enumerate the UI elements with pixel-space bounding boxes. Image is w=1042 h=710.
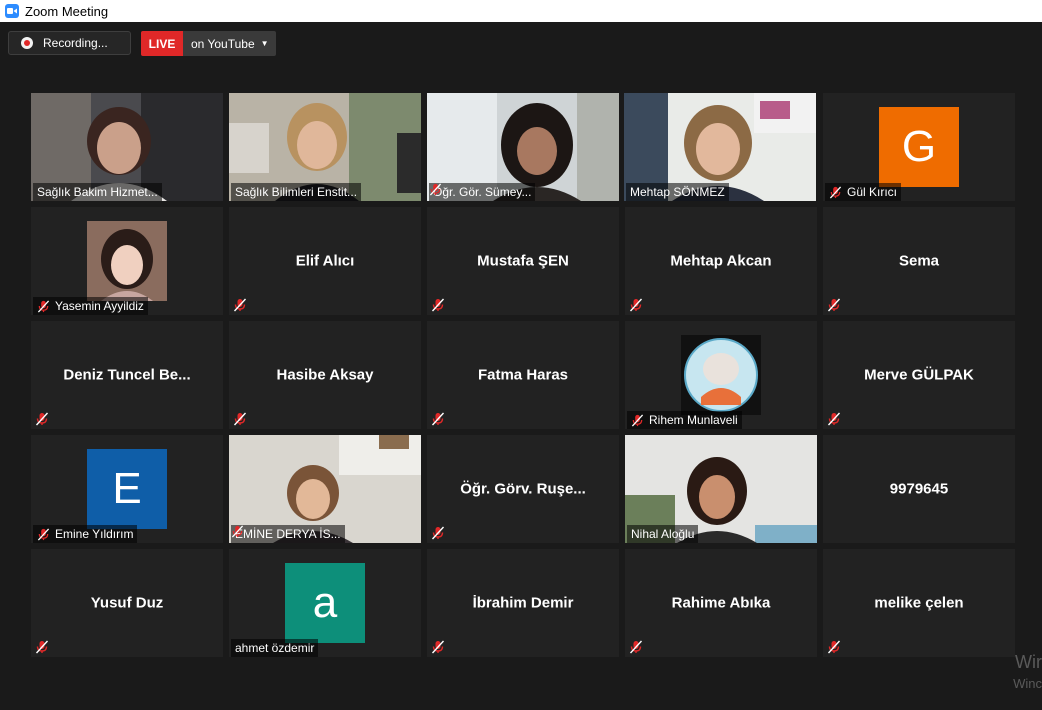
participant-tile[interactable]: EMİNE DERYA İS...	[229, 435, 421, 543]
live-target-label: on YouTube	[191, 36, 255, 51]
participant-tile[interactable]: G Gül Kırıcı	[823, 93, 1015, 201]
muted-mic-icon	[829, 185, 842, 199]
avatar-letter: E	[112, 464, 142, 513]
participant-name: Sema	[898, 252, 940, 270]
participant-tile[interactable]: Fatma Haras	[427, 321, 619, 429]
participant-name: Elif Alıcı	[295, 252, 355, 270]
muted-mic-icon	[37, 527, 50, 541]
participant-name: Hasibe Aksay	[276, 366, 374, 384]
participant-name: Yasemin Ayyildiz	[55, 299, 144, 313]
chevron-down-icon: ▼	[260, 39, 269, 48]
participant-tile[interactable]: Elif Alıcı	[229, 207, 421, 315]
participant-name: Sağlık Bakim Hizmet...	[37, 185, 158, 199]
avatar-letter: G	[901, 122, 937, 171]
avatar: G	[879, 107, 959, 187]
muted-mic-icon	[431, 412, 445, 426]
participant-tile[interactable]: Sağlık Bakim Hizmet...	[31, 93, 223, 201]
participant-tile[interactable]: Rahime Abıka	[625, 549, 817, 657]
participant-tile[interactable]: E Emine Yıldırım	[31, 435, 223, 543]
record-icon	[21, 37, 33, 49]
muted-mic-icon	[629, 640, 643, 654]
participant-name: melike çelen	[874, 594, 964, 612]
muted-mic-icon	[431, 298, 445, 312]
participant-tile[interactable]: Sağlık Bilimleri Enstit...	[229, 93, 421, 201]
muted-mic-icon	[233, 412, 247, 426]
avatar: a	[285, 563, 365, 643]
muted-mic-icon	[231, 525, 244, 538]
live-badge: LIVE	[141, 31, 183, 56]
participant-name: Fatma Haras	[477, 366, 569, 384]
participant-name: Yusuf Duz	[90, 594, 164, 612]
recording-label: Recording...	[43, 36, 108, 50]
participant-name: Emine Yıldırım	[55, 527, 134, 541]
recording-indicator[interactable]: Recording...	[8, 31, 131, 55]
avatar	[87, 221, 167, 301]
muted-mic-icon	[827, 298, 841, 312]
muted-mic-icon	[35, 640, 49, 654]
participant-tile[interactable]: Nihal Aloğlu	[625, 435, 817, 543]
participant-tile[interactable]: Rihem Munlaveli	[625, 321, 817, 429]
live-stream-button[interactable]: LIVE on YouTube ▼	[141, 31, 276, 56]
avatar	[681, 335, 761, 415]
participant-name: Nihal Aloğlu	[631, 527, 695, 541]
participant-name: Rihem Munlaveli	[649, 413, 738, 427]
window-title: Zoom Meeting	[25, 3, 109, 19]
meeting-toolbar: Recording... LIVE on YouTube ▼	[0, 22, 1042, 66]
participant-name: 9979645	[889, 480, 949, 498]
participant-name: Merve GÜLPAK	[864, 366, 974, 384]
participant-tile[interactable]: Merve GÜLPAK	[823, 321, 1015, 429]
participant-tile[interactable]: Deniz Tuncel Be...	[31, 321, 223, 429]
participant-tile[interactable]: Mustafa ŞEN	[427, 207, 619, 315]
muted-mic-icon	[35, 412, 49, 426]
participant-tile[interactable]: Hasibe Aksay	[229, 321, 421, 429]
muted-mic-icon	[629, 298, 643, 312]
participant-name: Sağlık Bilimleri Enstit...	[235, 185, 358, 199]
participant-name: İbrahim Demir	[472, 594, 574, 612]
window-titlebar: Zoom Meeting	[0, 0, 1042, 22]
participant-name: Mehtap SÖNMEZ	[630, 185, 725, 199]
participant-name: Öğr. Gör. Sümey...	[433, 185, 532, 199]
participant-name: Mehtap Akcan	[670, 252, 772, 270]
windows-activation-watermark: Wir	[1015, 652, 1042, 672]
participant-name: Öğr. Görv. Ruşe...	[460, 480, 586, 498]
windows-activation-watermark-sub: Winc	[1013, 676, 1042, 691]
participant-name: Mustafa ŞEN	[477, 252, 569, 270]
participant-tile[interactable]: İbrahim Demir	[427, 549, 619, 657]
participant-tile[interactable]: Sema	[823, 207, 1015, 315]
participant-tile-active-speaker[interactable]: Mehtap SÖNMEZ	[624, 93, 816, 201]
participant-name: Deniz Tuncel Be...	[63, 366, 191, 384]
participant-tile[interactable]: Öğr. Görv. Ruşe...	[427, 435, 619, 543]
muted-mic-icon	[431, 640, 445, 654]
zoom-logo-icon	[5, 4, 19, 18]
participant-tile[interactable]: Yasemin Ayyildiz	[31, 207, 223, 315]
participant-tile[interactable]: 9979645	[823, 435, 1015, 543]
participant-name: Gül Kırıcı	[847, 185, 898, 199]
participant-tile[interactable]: melike çelen	[823, 549, 1015, 657]
muted-mic-icon	[37, 299, 50, 313]
avatar-letter: a	[312, 578, 338, 627]
participant-tile[interactable]: a ahmet özdemir	[229, 549, 421, 657]
participant-name: EMİNE DERYA İS...	[235, 527, 341, 541]
muted-mic-icon	[827, 412, 841, 426]
muted-mic-icon	[429, 183, 442, 196]
participant-tile[interactable]: Mehtap Akcan	[625, 207, 817, 315]
participant-name: Rahime Abıka	[671, 594, 771, 612]
muted-mic-icon	[431, 526, 445, 540]
muted-mic-icon	[827, 640, 841, 654]
muted-mic-icon	[631, 413, 644, 427]
avatar: E	[87, 449, 167, 529]
participant-tile[interactable]: Öğr. Gör. Sümey...	[427, 93, 619, 201]
muted-mic-icon	[233, 298, 247, 312]
participant-name: ahmet özdemir	[235, 641, 315, 655]
participant-tile[interactable]: Yusuf Duz	[31, 549, 223, 657]
